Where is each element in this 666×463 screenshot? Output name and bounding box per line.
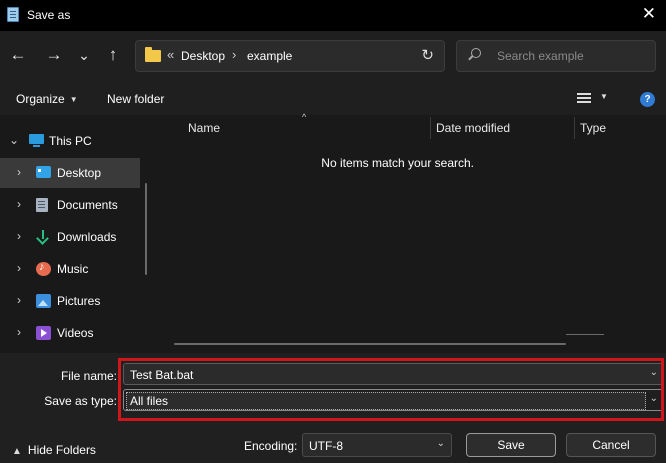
empty-state-message: No items match your search. [321, 156, 474, 170]
title-bar: Save as ✕ [0, 0, 666, 31]
music-icon [36, 261, 51, 276]
organize-label: Organize [16, 92, 65, 106]
window-title: Save as [27, 8, 71, 22]
address-bar[interactable]: « Desktop › example ↻ [135, 40, 445, 72]
computer-icon [29, 134, 44, 147]
refresh-button[interactable]: ↻ [421, 46, 434, 64]
search-icon [471, 48, 481, 58]
chevron-down-icon: ⌄ [436, 438, 445, 449]
sidebar-item-label: Music [57, 262, 89, 276]
chevron-right-icon[interactable]: › [17, 197, 21, 211]
breadcrumb-overflow[interactable]: « [167, 47, 174, 62]
column-header-type[interactable]: Type [580, 121, 606, 135]
encoding-value: UTF-8 [309, 439, 343, 453]
sidebar-item-videos[interactable]: › Videos [0, 318, 140, 348]
sidebar-item-this-pc[interactable]: ⌄ This PC [0, 126, 140, 156]
chevron-down-icon[interactable]: ⌄ [9, 133, 19, 147]
hide-folders-button[interactable]: ▲ Hide Folders [12, 443, 96, 457]
hide-folders-label: Hide Folders [27, 443, 96, 457]
forward-button[interactable]: → [43, 43, 65, 67]
sidebar-item-music[interactable]: › Music [0, 254, 140, 284]
documents-icon [36, 198, 48, 212]
sidebar-scrollbar[interactable] [145, 183, 147, 275]
column-divider[interactable] [574, 117, 575, 139]
chevron-up-icon: ▲ [12, 446, 22, 457]
download-icon [36, 230, 51, 244]
organize-button[interactable]: Organize ▼ [16, 92, 78, 106]
sidebar-item-label: Videos [57, 326, 94, 340]
encoding-select[interactable]: UTF-8 ⌄ [302, 433, 452, 457]
sidebar-item-desktop[interactable]: › Desktop [0, 158, 140, 188]
command-toolbar: Organize ▼ New folder ▼ ? [0, 81, 666, 115]
search-input[interactable]: Search example [497, 49, 584, 63]
view-options-chevron-icon[interactable]: ▼ [600, 92, 608, 101]
help-icon[interactable]: ? [640, 92, 655, 107]
highlight-annotation-box [118, 358, 664, 421]
back-button[interactable]: ← [7, 43, 29, 67]
sidebar-item-downloads[interactable]: › Downloads [0, 222, 140, 252]
navigation-pane: ⌄ This PC › Desktop › Documents › Downlo… [0, 115, 156, 353]
chevron-right-icon[interactable]: › [17, 293, 21, 307]
encoding-label: Encoding: [244, 439, 298, 453]
pictures-icon [36, 294, 51, 308]
breadcrumb-separator[interactable]: › [232, 47, 236, 62]
breadcrumb-example[interactable]: example [247, 49, 292, 63]
cancel-button[interactable]: Cancel [566, 433, 656, 457]
sidebar-item-label: Downloads [57, 230, 117, 244]
sidebar-item-label: Desktop [57, 166, 102, 180]
chevron-right-icon[interactable]: › [17, 325, 21, 339]
chevron-right-icon[interactable]: › [17, 229, 21, 243]
column-header-date-modified[interactable]: Date modified [436, 121, 510, 135]
sidebar-item-label: Pictures [57, 294, 101, 308]
breadcrumb-desktop[interactable]: Desktop [181, 49, 225, 63]
save-as-type-label: Save as type: [44, 394, 117, 408]
navigation-bar: ← → ⌄ ↑ « Desktop › example ↻ Search exa… [0, 31, 666, 81]
chevron-right-icon[interactable]: › [17, 165, 21, 179]
save-form: File name: Save as type: Test Bat.bat ⌄ … [0, 353, 666, 463]
column-header-name[interactable]: Name [188, 121, 220, 135]
chevron-down-icon: ▼ [69, 95, 78, 104]
new-folder-button[interactable]: New folder [107, 92, 164, 106]
search-box[interactable]: Search example [456, 40, 656, 72]
save-button[interactable]: Save [466, 433, 556, 457]
chevron-right-icon[interactable]: › [17, 261, 21, 275]
notepad-icon [7, 7, 19, 22]
file-name-label: File name: [60, 369, 117, 383]
up-button[interactable]: ↑ [102, 43, 124, 67]
close-button[interactable]: ✕ [642, 4, 656, 24]
sidebar-item-documents[interactable]: › Documents [0, 190, 140, 220]
desktop-icon [36, 166, 51, 178]
sidebar-item-label: This PC [49, 134, 92, 148]
view-details-icon[interactable] [577, 93, 591, 105]
recent-locations-button[interactable]: ⌄ [73, 43, 95, 67]
sidebar-item-pictures[interactable]: › Pictures [0, 286, 140, 316]
sidebar-item-label: Documents [57, 198, 118, 212]
column-divider[interactable] [430, 117, 431, 139]
videos-icon [36, 326, 51, 340]
file-list: ^ Name Date modified Type No items match… [156, 112, 666, 353]
sort-ascending-icon: ^ [302, 112, 307, 122]
horizontal-scrollbar-track [566, 334, 604, 335]
horizontal-scrollbar[interactable] [174, 343, 566, 345]
folder-icon [145, 47, 161, 62]
